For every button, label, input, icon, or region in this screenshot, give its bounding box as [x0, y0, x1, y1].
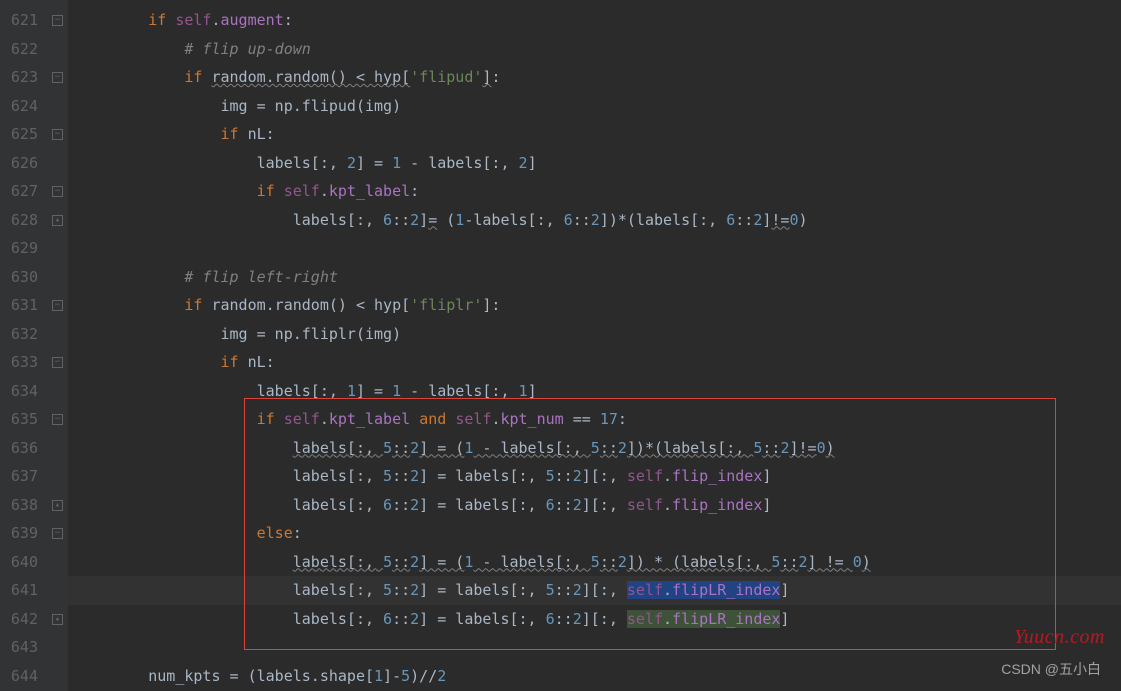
line-number: 642 [8, 605, 38, 634]
code-line[interactable]: img = np.fliplr(img) [68, 320, 1121, 349]
fold-marker-icon[interactable]: − [52, 129, 63, 140]
fold-marker-icon[interactable]: − [52, 300, 63, 311]
fold-marker-icon[interactable]: − [52, 528, 63, 539]
fold-marker-icon[interactable]: − [52, 186, 63, 197]
line-number: 633 [8, 348, 38, 377]
code-line[interactable]: labels[:, 6::2] = labels[:, 6::2][:, sel… [68, 605, 1121, 634]
code-line[interactable]: if self.augment: [68, 6, 1121, 35]
code-line[interactable]: img = np.flipud(img) [68, 92, 1121, 121]
code-line[interactable]: if random.random() < hyp['fliplr']: [68, 291, 1121, 320]
line-number: 634 [8, 377, 38, 406]
watermark-csdn: CSDN @五小白 [1001, 659, 1101, 679]
line-number-gutter: 6216226236246256266276286296306316326336… [0, 0, 48, 691]
line-number: 637 [8, 462, 38, 491]
line-number: 643 [8, 633, 38, 662]
line-number: 622 [8, 35, 38, 64]
code-line[interactable] [68, 633, 1121, 662]
code-line[interactable]: else: [68, 519, 1121, 548]
line-number: 627 [8, 177, 38, 206]
code-line[interactable]: labels[:, 6::2]= (1-labels[:, 6::2])*(la… [68, 206, 1121, 235]
line-number: 629 [8, 234, 38, 263]
code-editor: 6216226236246256266276286296306316326336… [0, 0, 1121, 691]
line-number: 641 [8, 576, 38, 605]
code-line[interactable]: labels[:, 6::2] = labels[:, 6::2][:, sel… [68, 491, 1121, 520]
line-number: 639 [8, 519, 38, 548]
line-number: 621 [8, 6, 38, 35]
code-line[interactable] [68, 234, 1121, 263]
line-number: 624 [8, 92, 38, 121]
code-line[interactable]: labels[:, 5::2] = labels[:, 5::2][:, sel… [68, 576, 1121, 605]
code-line[interactable]: # flip left-right [68, 263, 1121, 292]
line-number: 632 [8, 320, 38, 349]
code-line[interactable]: if nL: [68, 348, 1121, 377]
fold-marker-icon[interactable]: − [52, 72, 63, 83]
line-number: 635 [8, 405, 38, 434]
line-number: 644 [8, 662, 38, 691]
code-line[interactable]: if self.kpt_label and self.kpt_num == 17… [68, 405, 1121, 434]
code-line[interactable]: labels[:, 2] = 1 - labels[:, 2] [68, 149, 1121, 178]
line-number: 638 [8, 491, 38, 520]
fold-marker-icon[interactable]: ▴ [52, 215, 63, 226]
line-number: 636 [8, 434, 38, 463]
fold-marker-icon[interactable]: − [52, 414, 63, 425]
code-area[interactable]: if self.augment: # flip up-down if rando… [68, 0, 1121, 691]
line-number: 631 [8, 291, 38, 320]
fold-marker-icon[interactable]: − [52, 15, 63, 26]
watermark-site: Yuucn.com [1014, 626, 1105, 649]
code-line[interactable]: labels[:, 1] = 1 - labels[:, 1] [68, 377, 1121, 406]
line-number: 626 [8, 149, 38, 178]
line-number: 628 [8, 206, 38, 235]
code-line[interactable]: if self.kpt_label: [68, 177, 1121, 206]
code-line[interactable]: labels[:, 5::2] = (1 - labels[:, 5::2]) … [68, 548, 1121, 577]
code-line[interactable]: if random.random() < hyp['flipud']: [68, 63, 1121, 92]
fold-column: − − − − ▴ − − − ▴ − ▴ [48, 0, 68, 691]
line-number: 623 [8, 63, 38, 92]
code-line[interactable]: num_kpts = (labels.shape[1]-5)//2 [68, 662, 1121, 691]
fold-marker-icon[interactable]: ▴ [52, 614, 63, 625]
line-number: 625 [8, 120, 38, 149]
fold-marker-icon[interactable]: ▴ [52, 500, 63, 511]
code-line[interactable]: if nL: [68, 120, 1121, 149]
code-line[interactable]: labels[:, 5::2] = labels[:, 5::2][:, sel… [68, 462, 1121, 491]
code-line[interactable]: labels[:, 5::2] = (1 - labels[:, 5::2])*… [68, 434, 1121, 463]
fold-marker-icon[interactable]: − [52, 357, 63, 368]
line-number: 640 [8, 548, 38, 577]
code-line[interactable]: # flip up-down [68, 35, 1121, 64]
line-number: 630 [8, 263, 38, 292]
